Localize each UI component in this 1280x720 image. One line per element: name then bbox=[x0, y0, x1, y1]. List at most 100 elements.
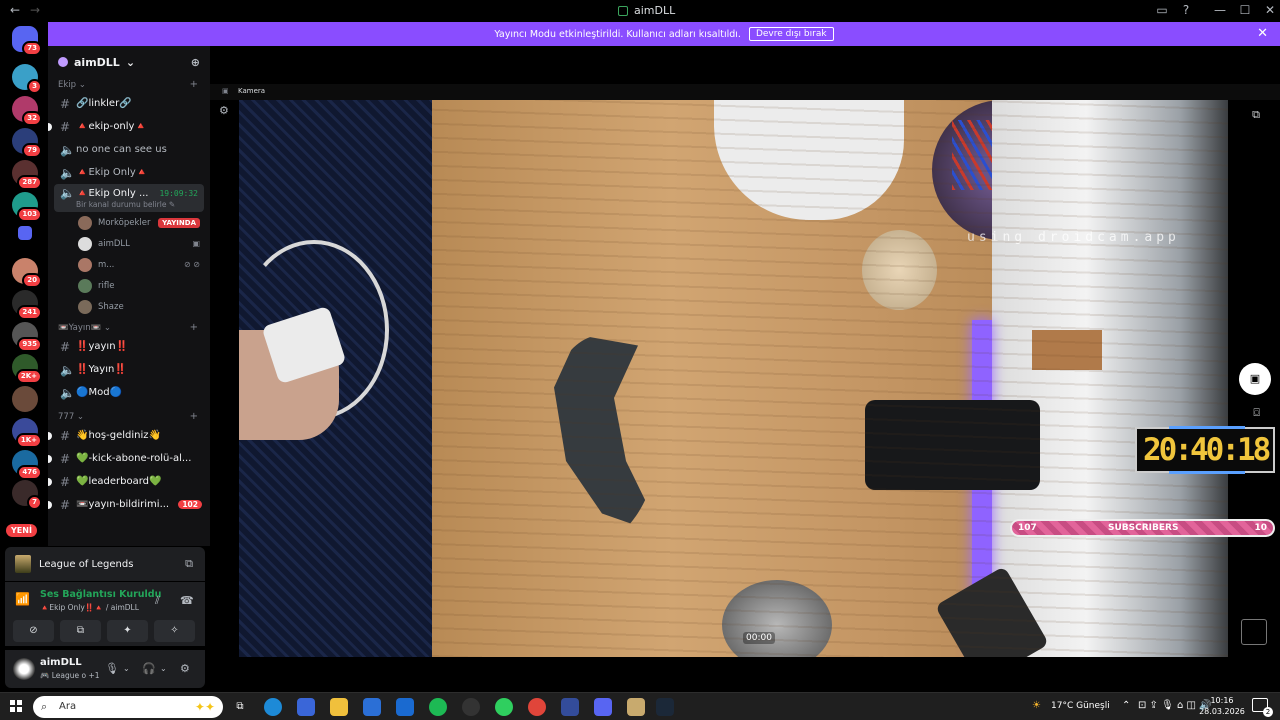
camera-video[interactable]: using droidcam.app 00:00 bbox=[239, 100, 1228, 657]
noise-suppression-icon[interactable]: ⫽ bbox=[155, 594, 160, 608]
taskbar-clock[interactable]: 10:16 28.03.2026 bbox=[1197, 695, 1247, 717]
server-icon[interactable]: 1K+ bbox=[12, 418, 42, 448]
gear-icon[interactable]: ⚙ bbox=[180, 662, 190, 675]
channel-hos-geldiniz[interactable]: # 👋hoş-geldiniz👋 bbox=[48, 424, 210, 447]
game-activity-panel[interactable]: League of Legends ⧉ bbox=[5, 547, 205, 581]
server-icon[interactable]: 3 bbox=[12, 64, 42, 94]
popout-icon[interactable]: ⧉ bbox=[1252, 108, 1260, 122]
spotify-icon[interactable] bbox=[429, 698, 447, 716]
channel-no-one-can-see-us[interactable]: 🔈 no one can see us bbox=[48, 138, 210, 161]
overlay-clock: 20:40:18 bbox=[1135, 426, 1275, 474]
channel-status[interactable]: Bir kanal durumu belirle ✎ bbox=[60, 200, 175, 209]
chrome-icon[interactable] bbox=[528, 698, 546, 716]
server-icon[interactable]: 935 bbox=[12, 322, 42, 352]
server-icon[interactable] bbox=[12, 386, 38, 412]
task-view-icon[interactable]: ⧉ bbox=[231, 698, 249, 716]
category-yayin[interactable]: 📼Yayın📼 ⌄ + bbox=[48, 322, 210, 335]
server-icon[interactable]: 103 bbox=[12, 192, 42, 222]
channel-label: ‼️yayın‼️ bbox=[76, 341, 128, 352]
home-button[interactable]: 73 bbox=[12, 26, 42, 56]
microphone-icon[interactable]: 🎙 bbox=[105, 662, 119, 675]
channel-yayin-voice[interactable]: 🔈 ‼️Yayın‼️ bbox=[48, 358, 210, 381]
live-badge[interactable]: YAYINDA bbox=[158, 217, 200, 228]
close-notice-icon[interactable]: ✕ bbox=[1257, 26, 1268, 41]
server-icon[interactable]: 287 bbox=[12, 160, 42, 190]
chevron-down-icon[interactable]: ⌄ bbox=[160, 664, 167, 673]
channel-yayin-bildirimi[interactable]: # 📼yayın-bildirimi... 102 bbox=[48, 493, 210, 516]
edge-icon[interactable] bbox=[264, 698, 282, 716]
channel-ekip-only[interactable]: # 🔺ekip-only🔺 bbox=[48, 115, 210, 138]
server-icon[interactable]: 241 bbox=[12, 290, 42, 320]
start-button[interactable] bbox=[10, 700, 22, 712]
add-channel-icon[interactable]: + bbox=[190, 411, 198, 422]
avatar[interactable] bbox=[13, 658, 35, 680]
server-icon[interactable]: 20 bbox=[12, 258, 42, 288]
inbox-icon[interactable]: ▭ bbox=[1150, 3, 1174, 17]
close-window-button[interactable]: ✕ bbox=[1258, 3, 1280, 17]
voice-member[interactable]: aimDLL ▣ bbox=[48, 233, 210, 254]
screenshot-icon[interactable]: ⌼ bbox=[1253, 406, 1260, 420]
copilot-icon[interactable] bbox=[297, 698, 315, 716]
mail-icon[interactable] bbox=[396, 698, 414, 716]
server-icon[interactable]: 79 bbox=[12, 128, 42, 158]
store-icon[interactable] bbox=[363, 698, 381, 716]
gear-icon[interactable]: ⚙ bbox=[219, 104, 229, 117]
help-icon[interactable]: ? bbox=[1174, 3, 1198, 17]
taskbar-search[interactable]: ⌕ Ara ✦✦ bbox=[33, 696, 223, 718]
maximize-button[interactable]: ☐ bbox=[1233, 3, 1257, 17]
search-placeholder: Ara bbox=[59, 701, 77, 712]
headphones-icon[interactable]: 🎧 bbox=[142, 662, 156, 675]
username[interactable]: aimDLL bbox=[40, 657, 82, 668]
file-explorer-icon[interactable] bbox=[330, 698, 348, 716]
server-icon[interactable]: 32 bbox=[12, 96, 42, 126]
voice-member[interactable]: Morköpekler YAYINDA bbox=[48, 212, 210, 233]
fullscreen-button[interactable] bbox=[1241, 619, 1267, 645]
back-arrow-icon[interactable]: ← bbox=[10, 3, 20, 17]
chevron-down-icon[interactable]: ⌄ bbox=[123, 664, 130, 673]
channel-leaderboard[interactable]: # 💚leaderboard💚 bbox=[48, 470, 210, 493]
camera-off-button[interactable]: ⊘ bbox=[13, 620, 54, 642]
category-ekip[interactable]: Ekip ⌄ + bbox=[48, 79, 210, 92]
steam-icon[interactable] bbox=[656, 698, 674, 716]
league-icon[interactable] bbox=[627, 698, 645, 716]
weather-text[interactable]: 17°C Güneşli bbox=[1051, 701, 1110, 711]
avatar bbox=[78, 215, 92, 230]
channel-kick-abone[interactable]: # 💚-kick-abone-rolü-al... bbox=[48, 447, 210, 470]
app-icon[interactable] bbox=[495, 698, 513, 716]
unread-indicator bbox=[48, 477, 52, 486]
channel-linkler[interactable]: # 🔗linkler🔗 bbox=[48, 92, 210, 115]
notification-icon[interactable]: 2 bbox=[1252, 698, 1273, 717]
user-panel: aimDLL 🎮 League o +1 🎙 ⌄ 🎧 ⌄ ⚙ bbox=[5, 650, 205, 688]
category-777[interactable]: 777 ⌄ + bbox=[48, 411, 210, 424]
voice-member[interactable]: m... ⊘ ⊘ bbox=[48, 254, 210, 275]
disconnect-icon[interactable]: ☎ bbox=[180, 594, 194, 607]
voice-member[interactable]: Shaze bbox=[48, 296, 210, 317]
voice-member[interactable]: rifle bbox=[48, 275, 210, 296]
add-channel-icon[interactable]: + bbox=[190, 79, 198, 90]
active-voice-channel[interactable]: 🔈 🔺Ekip Only ... Bir kanal durumu belirle… bbox=[54, 184, 204, 212]
minimize-button[interactable]: — bbox=[1208, 3, 1232, 17]
server-icon[interactable] bbox=[18, 226, 32, 240]
app-icon[interactable] bbox=[462, 698, 480, 716]
chevron-up-icon[interactable]: ⌃ bbox=[1122, 700, 1130, 711]
voice-location[interactable]: 🔺Ekip Only‼️🔺 / aimDLL bbox=[40, 603, 139, 612]
voice-status[interactable]: Ses Bağlantısı Kuruldu bbox=[40, 589, 161, 600]
server-icon[interactable]: 476 bbox=[12, 450, 42, 480]
server-icon[interactable]: 7 bbox=[12, 480, 42, 510]
soundboard-button[interactable]: ✧ bbox=[154, 620, 195, 642]
forward-arrow-icon[interactable]: → bbox=[30, 3, 40, 17]
server-header[interactable]: aimDLL ⌄ ⊕ bbox=[48, 46, 210, 78]
channel-yayin-text[interactable]: # ‼️yayın‼️ bbox=[48, 335, 210, 358]
screen-share-icon[interactable]: ⧉ bbox=[185, 557, 193, 571]
channel-ekip-only-voice[interactable]: 🔈 🔺Ekip Only🔺 bbox=[48, 161, 210, 184]
server-icon[interactable]: 2K+ bbox=[12, 354, 42, 384]
camera-toggle-button[interactable]: ▣ bbox=[1239, 363, 1271, 395]
share-screen-button[interactable]: ⧉ bbox=[60, 620, 101, 642]
discord-icon[interactable] bbox=[594, 698, 612, 716]
disable-streamer-mode-button[interactable]: Devre dışı bırak bbox=[748, 27, 834, 41]
add-channel-icon[interactable]: + bbox=[190, 322, 198, 333]
activities-button[interactable]: ✦ bbox=[107, 620, 148, 642]
app-icon[interactable] bbox=[561, 698, 579, 716]
add-member-icon[interactable]: ⊕ bbox=[191, 56, 200, 69]
channel-mod[interactable]: 🔈 🔵Mod🔵 bbox=[48, 381, 210, 404]
